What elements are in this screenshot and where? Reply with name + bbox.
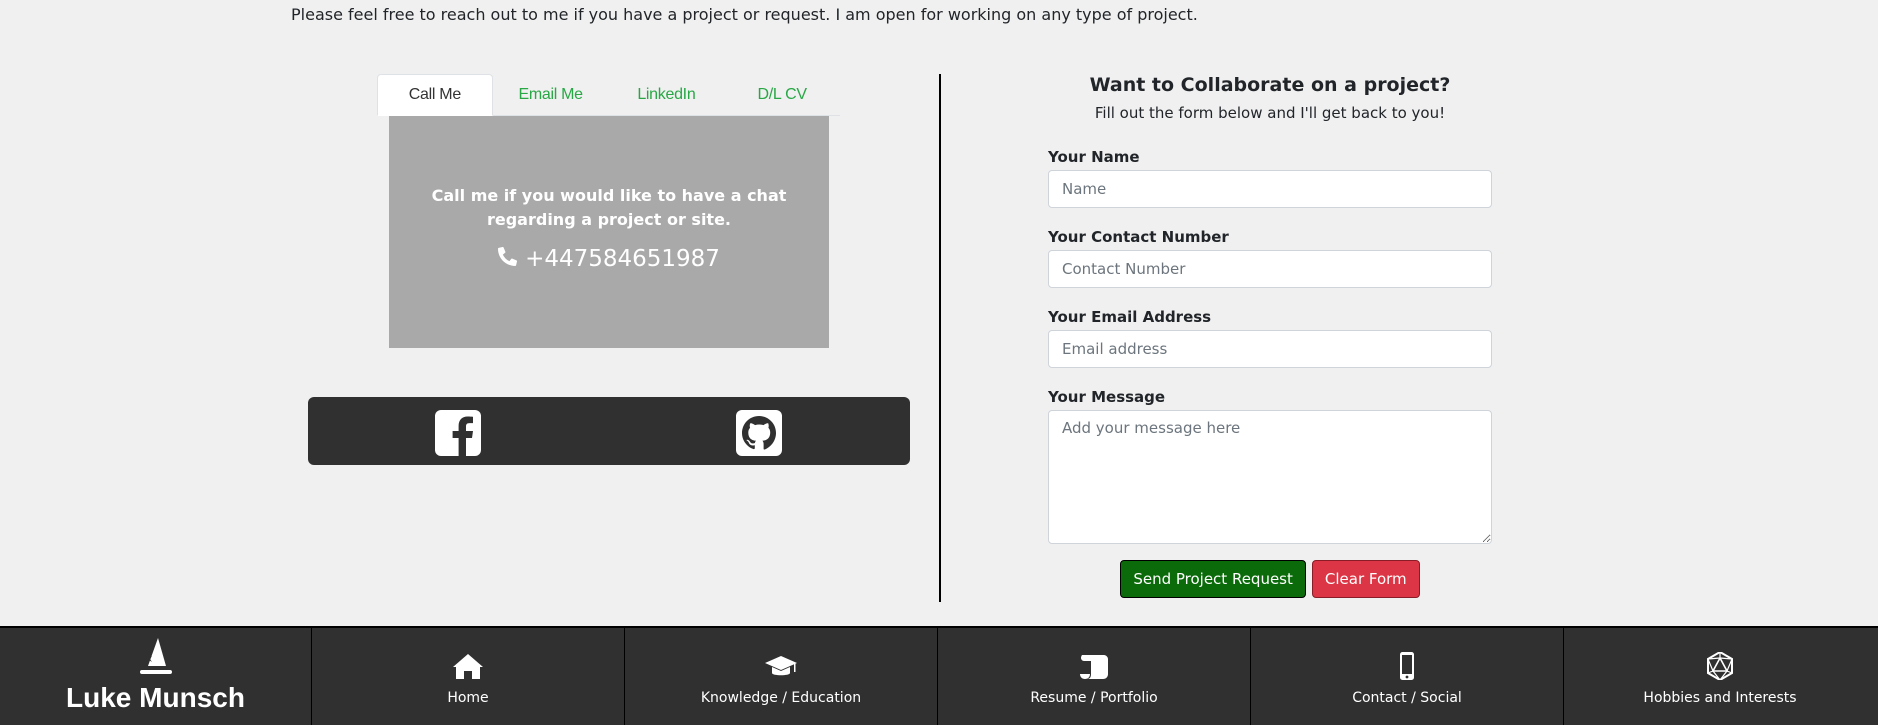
name-input[interactable] (1048, 170, 1492, 208)
contact-number-input[interactable] (1048, 250, 1492, 288)
email-input[interactable] (1048, 330, 1492, 368)
tab-email-me[interactable]: Email Me (493, 74, 609, 116)
github-icon[interactable] (736, 410, 782, 456)
brand[interactable]: Luke Munsch (0, 628, 311, 725)
message-textarea[interactable] (1048, 410, 1492, 544)
column-divider (939, 74, 941, 602)
clear-form-button[interactable]: Clear Form (1311, 560, 1420, 598)
tab-download-cv[interactable]: D/L CV (724, 74, 840, 116)
message-label: Your Message (1048, 388, 1166, 406)
call-me-panel: Call me if you would like to have a chat… (389, 116, 829, 348)
nav-item-resume-portfolio[interactable]: Resume / Portfolio (937, 628, 1250, 725)
phone-number-row[interactable]: +447584651987 (389, 246, 829, 272)
scroll-icon (1078, 652, 1110, 690)
graduation-cap-icon (765, 652, 797, 690)
nav-label-contact-social: Contact / Social (1352, 689, 1462, 706)
tab-linkedin[interactable]: LinkedIn (609, 74, 725, 116)
nav-item-contact-social[interactable]: Contact / Social (1250, 628, 1563, 725)
wizard-hat-icon (134, 636, 178, 684)
project-request-form: Want to Collaborate on a project? Fill o… (1048, 74, 1492, 598)
intro-text: Please feel free to reach out to me if y… (291, 5, 1198, 24)
contact-number-label: Your Contact Number (1048, 228, 1229, 246)
tab-call-me[interactable]: Call Me (377, 74, 493, 116)
phone-icon (498, 246, 518, 272)
call-me-text: Call me if you would like to have a chat… (431, 186, 787, 229)
nav-label-hobbies-interests: Hobbies and Interests (1643, 689, 1797, 706)
form-subtitle: Fill out the form below and I'll get bac… (1094, 104, 1446, 122)
send-project-request-button[interactable]: Send Project Request (1120, 560, 1306, 598)
social-links-bar (308, 397, 910, 465)
name-label: Your Name (1048, 148, 1140, 166)
nav-item-knowledge-education[interactable]: Knowledge / Education (624, 628, 937, 725)
brand-name: Luke Munsch (66, 682, 245, 713)
facebook-icon[interactable] (435, 410, 481, 456)
nav-label-resume-portfolio: Resume / Portfolio (1030, 689, 1158, 706)
footer-nav: Luke Munsch Home Knowledge / Education R… (0, 626, 1878, 725)
nav-label-knowledge-education: Knowledge / Education (700, 689, 862, 706)
nav-item-hobbies-interests[interactable]: Hobbies and Interests (1563, 628, 1876, 725)
phone-number: +447584651987 (525, 246, 720, 272)
d20-dice-icon (1704, 650, 1736, 690)
email-label: Your Email Address (1048, 308, 1212, 326)
nav-label-home: Home (447, 689, 489, 706)
contact-tabs: Call Me Email Me LinkedIn D/L CV (377, 74, 840, 116)
home-icon (452, 652, 484, 690)
nav-item-home[interactable]: Home (311, 628, 624, 725)
form-title: Want to Collaborate on a project? (1089, 74, 1451, 96)
mobile-phone-icon (1391, 651, 1423, 690)
form-buttons: Send Project Request Clear Form (1048, 560, 1492, 598)
